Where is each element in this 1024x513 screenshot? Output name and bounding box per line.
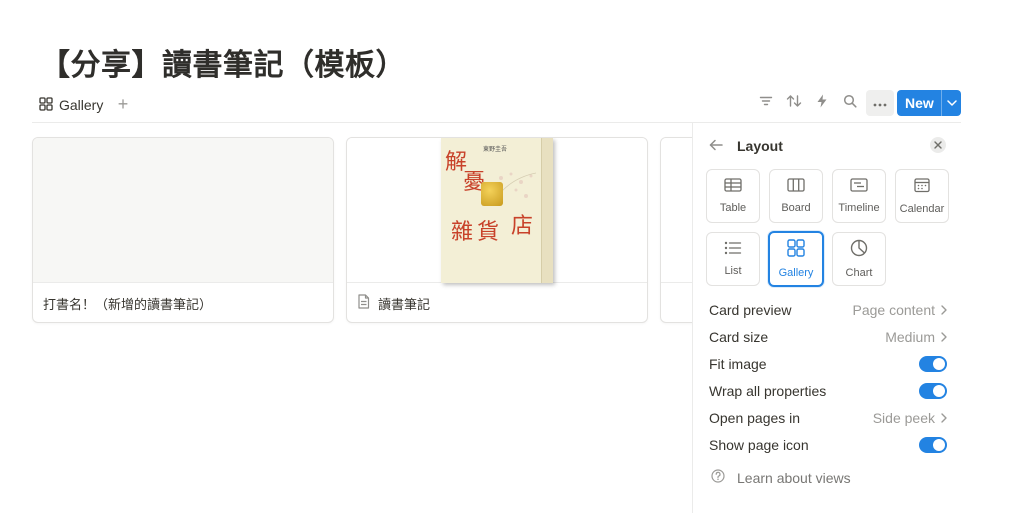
setting-card-size[interactable]: Card size Medium	[709, 326, 947, 348]
layout-option-label: Calendar	[899, 203, 945, 215]
fit-image-toggle[interactable]	[919, 356, 947, 372]
chevron-down-icon[interactable]	[942, 100, 961, 106]
filter-button[interactable]	[752, 90, 780, 116]
layout-panel-header: Layout	[709, 135, 783, 157]
sort-button[interactable]	[780, 90, 808, 116]
sort-icon	[786, 94, 802, 113]
layout-option-label: Table	[719, 202, 747, 214]
more-icon	[873, 94, 887, 112]
gallery-card[interactable]: 東野圭吾 解 憂 雜 貨 店 讀書筆記	[346, 137, 648, 323]
chart-icon	[850, 239, 868, 262]
close-button[interactable]	[930, 137, 946, 153]
setting-value-text: Medium	[885, 329, 935, 345]
search-button[interactable]	[836, 90, 864, 116]
setting-value-text: Page content	[852, 302, 935, 318]
view-tools: New	[752, 90, 961, 116]
view-toolbar: Gallery + New	[32, 90, 961, 123]
help-icon	[711, 469, 725, 486]
setting-label: Show page icon	[709, 437, 809, 453]
setting-fit-image[interactable]: Fit image	[709, 353, 947, 375]
setting-open-pages-in[interactable]: Open pages in Side peek	[709, 407, 947, 429]
setting-label: Card size	[709, 329, 769, 345]
setting-value: Side peek	[873, 410, 947, 426]
layout-option-calendar[interactable]: Calendar	[895, 169, 949, 223]
chevron-right-icon	[941, 410, 947, 426]
layout-option-list[interactable]: List	[706, 232, 760, 286]
setting-label: Card preview	[709, 302, 792, 318]
layout-option-timeline[interactable]: Timeline	[832, 169, 886, 223]
setting-label: Open pages in	[709, 410, 801, 426]
layout-option-board[interactable]: Board	[769, 169, 823, 223]
layout-option-chart[interactable]: Chart	[832, 232, 886, 286]
automation-button[interactable]	[808, 90, 836, 116]
close-icon	[934, 136, 942, 154]
lightning-icon	[816, 94, 828, 113]
card-title: 讀書筆記	[357, 294, 430, 313]
book-title-char: 雜	[451, 220, 474, 245]
setting-value-text: Side peek	[872, 410, 935, 426]
book-title-char: 貨	[477, 220, 500, 245]
chevron-right-icon	[941, 329, 947, 345]
tab-gallery-label: Gallery	[59, 97, 104, 113]
gallery-icon	[39, 96, 53, 114]
page-title[interactable]: 【分享】讀書筆記（模板）	[40, 40, 406, 84]
card-title-text: 打書名！（新增的讀書筆記）	[43, 298, 213, 313]
show-page-icon-toggle[interactable]	[919, 437, 947, 453]
card-cover: 東野圭吾 解 憂 雜 貨 店	[347, 138, 647, 283]
list-icon	[724, 241, 742, 260]
search-icon	[843, 94, 857, 113]
setting-show-page-icon[interactable]: Show page icon	[709, 434, 947, 456]
layout-option-label: List	[724, 265, 742, 277]
gallery-card[interactable]: 打書名！（新增的讀書筆記）	[32, 137, 334, 323]
layout-panel: Layout Table Board Timeline Calendar Lis…	[692, 123, 1024, 513]
layout-option-label: Chart	[845, 267, 873, 279]
setting-value: Medium	[885, 329, 947, 345]
layout-option-table[interactable]: Table	[706, 169, 760, 223]
add-view-button[interactable]: +	[114, 93, 132, 115]
book-author: 東野圭吾	[483, 146, 508, 153]
filter-icon	[759, 94, 773, 113]
table-icon	[724, 178, 742, 197]
book-cover-orb	[481, 182, 503, 206]
plus-icon: +	[117, 93, 129, 114]
layout-panel-title: Layout	[737, 138, 783, 154]
setting-label: Fit image	[709, 356, 767, 372]
setting-card-preview[interactable]: Card preview Page content	[709, 299, 947, 321]
card-cover	[33, 138, 333, 283]
learn-about-views-link[interactable]: Learn about views	[711, 469, 851, 486]
timeline-icon	[850, 178, 868, 197]
calendar-icon	[914, 177, 930, 198]
tab-gallery[interactable]: Gallery	[39, 94, 103, 116]
book-title-char: 店	[511, 214, 534, 239]
new-button[interactable]: New	[897, 90, 961, 116]
setting-value: Page content	[852, 302, 947, 318]
new-button-label: New	[905, 95, 934, 111]
card-title-text: 讀書筆記	[378, 298, 431, 313]
more-button[interactable]	[866, 90, 894, 116]
learn-link-label: Learn about views	[737, 469, 851, 486]
layout-option-label: Gallery	[778, 267, 814, 279]
board-icon	[787, 178, 805, 197]
back-arrow-icon[interactable]	[709, 138, 723, 154]
book-spine	[541, 138, 553, 283]
wrap-properties-toggle[interactable]	[919, 383, 947, 399]
card-title: 打書名！（新增的讀書筆記）	[43, 294, 212, 313]
layout-option-gallery[interactable]: Gallery	[768, 231, 824, 287]
setting-wrap-all-properties[interactable]: Wrap all properties	[709, 380, 947, 402]
layout-option-label: Board	[781, 202, 811, 214]
chevron-right-icon	[941, 302, 947, 318]
layout-option-label: Timeline	[838, 202, 880, 214]
gallery-icon	[787, 239, 805, 262]
setting-label: Wrap all properties	[709, 383, 827, 399]
book-cover-image: 東野圭吾 解 憂 雜 貨 店	[441, 138, 553, 283]
page-icon	[357, 294, 370, 313]
